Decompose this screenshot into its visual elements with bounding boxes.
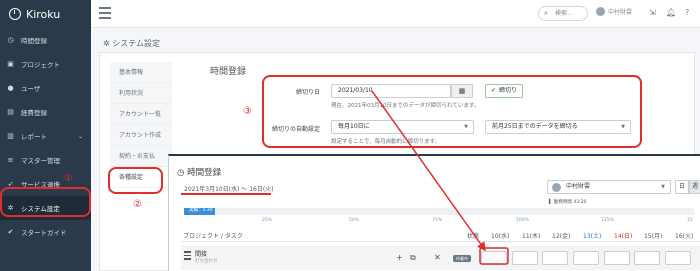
column-header-project: プロジェクト / タスク (183, 233, 243, 240)
sidebar-item-label: プロジェクト (21, 61, 60, 69)
submenu-item-contract[interactable]: 契約・お支払 (110, 146, 172, 167)
column-header-day: 11(木) (522, 233, 541, 240)
tick-label: 50% (349, 218, 360, 223)
time-cell[interactable] (604, 251, 630, 265)
table-row: 間接 打ち合わせ + ⧉ ✕ 作業中 (181, 246, 700, 270)
timesheet-title: ◷ 時間登録 (177, 168, 222, 178)
column-header-day: 10(水) (491, 233, 510, 240)
briefcase-icon: ▣ (7, 60, 14, 68)
row-project-name: 間接 (195, 251, 208, 258)
clock-icon: ◷ (7, 36, 14, 44)
avatar (552, 183, 561, 192)
app-logo[interactable]: Kiroku (0, 0, 91, 28)
receipt-icon: ▤ (7, 108, 14, 116)
time-cell[interactable] (542, 251, 568, 265)
tick-label: 100% (516, 218, 529, 223)
clock-logo-icon (9, 8, 21, 20)
clock-icon: ◷ (177, 168, 188, 178)
search-icon: ⌕ (544, 9, 548, 17)
sidebar-item-master[interactable]: ≡ マスター管理 (0, 148, 91, 172)
sidebar-item-label: 経費登録 (21, 109, 47, 117)
page-title: ✲ システム設定 (103, 39, 161, 48)
progress-fill: 実績：5.30 (184, 208, 215, 215)
copy-icon[interactable]: ⧉ (410, 253, 416, 263)
chart-icon: ▥ (7, 132, 14, 140)
time-cell[interactable] (512, 251, 538, 265)
sidebar-item-project[interactable]: ▣ プロジェクト (0, 52, 91, 76)
hamburger-menu-icon[interactable] (99, 7, 111, 22)
column-header-day: 15(月) (644, 233, 663, 240)
row-task-name: 打ち合わせ (195, 259, 218, 264)
sidebar-item-user[interactable]: ● ユーザ (0, 76, 91, 100)
tick-label: 75% (432, 218, 443, 223)
column-header-day: 12(金) (552, 233, 571, 240)
search-placeholder: 検索... (555, 10, 573, 17)
annotation-number-1: ① (64, 173, 73, 184)
avatar (596, 7, 605, 16)
annotation-box-3 (262, 75, 642, 148)
chevron-down-icon: ⌄ (77, 132, 83, 140)
check-icon: ✔ (7, 228, 14, 236)
help-icon[interactable]: ? (685, 8, 689, 17)
submenu-item-basic[interactable]: 基本情報 (110, 62, 172, 83)
status-badge: 作業中 (453, 255, 471, 262)
time-cell[interactable] (665, 251, 691, 265)
sidebar-item-label: 時間登録 (21, 37, 47, 45)
submenu-item-account-list[interactable]: アカウント一覧 (110, 104, 172, 125)
column-header-day: 13(土) (583, 233, 602, 240)
tab-week[interactable]: 週 (689, 180, 700, 194)
plus-icon[interactable]: + (396, 253, 403, 262)
submenu-item-account-create[interactable]: アカウント作成 (110, 125, 172, 146)
search-input[interactable]: ⌕ 検索... (538, 6, 588, 21)
annotation-number-2: ② (133, 199, 142, 210)
expand-icon[interactable]: ⇲ (649, 8, 656, 17)
table-header: プロジェクト / タスク 状態 10(水) 11(木) 12(金) 13(土) … (181, 228, 700, 242)
submenu-item-usage[interactable]: 利用状況 (110, 83, 172, 104)
sidebar-item-label: レポート (21, 133, 47, 141)
app-name: Kiroku (26, 7, 61, 21)
sidebar: Kiroku ◷ 時間登録 ▣ プロジェクト ● ユーザ ▤ 経費登録 ▥ レポ… (0, 0, 91, 271)
user-name: 中村財雲 (608, 9, 633, 16)
annotation-underline (181, 193, 271, 195)
sidebar-item-report[interactable]: ▥ レポート ⌄ (0, 124, 91, 148)
annotation-number-3: ③ (243, 106, 252, 117)
bell-icon[interactable]: 🔔︎ (666, 8, 676, 17)
column-header-day: 16(火) (675, 233, 694, 240)
annotation-box-2 (108, 167, 163, 194)
annotation-box-1 (0, 187, 91, 217)
sidebar-item-label: スタートガイド (21, 229, 67, 237)
time-cell[interactable] (573, 251, 599, 265)
progress-label: 実績：5.30 (189, 208, 213, 213)
date-range: 2021年3月10日(水) ～ 16日(火) (184, 186, 274, 193)
sidebar-item-start-guide[interactable]: ✔ スタートガイド (0, 220, 91, 244)
section-title: 時間登録 (210, 67, 247, 77)
tab-day[interactable]: 日 (675, 180, 689, 194)
sidebar-item-label: ユーザ (21, 85, 41, 93)
tick-label: 15 (687, 218, 693, 223)
sidebar-item-label: マスター管理 (21, 157, 60, 165)
progress-track: 実績：5.30 (184, 208, 694, 215)
time-cell[interactable] (481, 251, 507, 265)
caret-down-icon: ▼ (661, 184, 665, 190)
sidebar-item-time-entry[interactable]: ◷ 時間登録 (0, 28, 91, 52)
column-header-day: 14(日) (614, 233, 633, 240)
gear-icon: ✲ (103, 39, 113, 48)
top-bar: ⌕ 検索... 中村財雲 ⇲ 🔔︎ ? (91, 0, 700, 28)
user-select[interactable]: 中村財雲 ▼ (547, 180, 671, 194)
work-period-label: ▍ 勤務時間 43:20 (549, 200, 587, 205)
sidebar-item-expense[interactable]: ▤ 経費登録 (0, 100, 91, 124)
user-menu[interactable]: 中村財雲 (596, 7, 632, 16)
close-icon[interactable]: ✕ (434, 253, 441, 262)
timesheet-panel: ◷ 時間登録 2021年3月10日(水) ～ 16日(火) 中村財雲 ▼ 日 週… (168, 154, 700, 271)
database-icon: ≡ (7, 156, 14, 164)
column-header-status: 状態 (467, 233, 480, 240)
drag-handle-icon[interactable] (184, 251, 191, 262)
tick-label: 125% (601, 218, 614, 223)
user-icon: ● (7, 84, 14, 92)
tick-label: 25% (262, 218, 273, 223)
time-cell[interactable] (634, 251, 660, 265)
